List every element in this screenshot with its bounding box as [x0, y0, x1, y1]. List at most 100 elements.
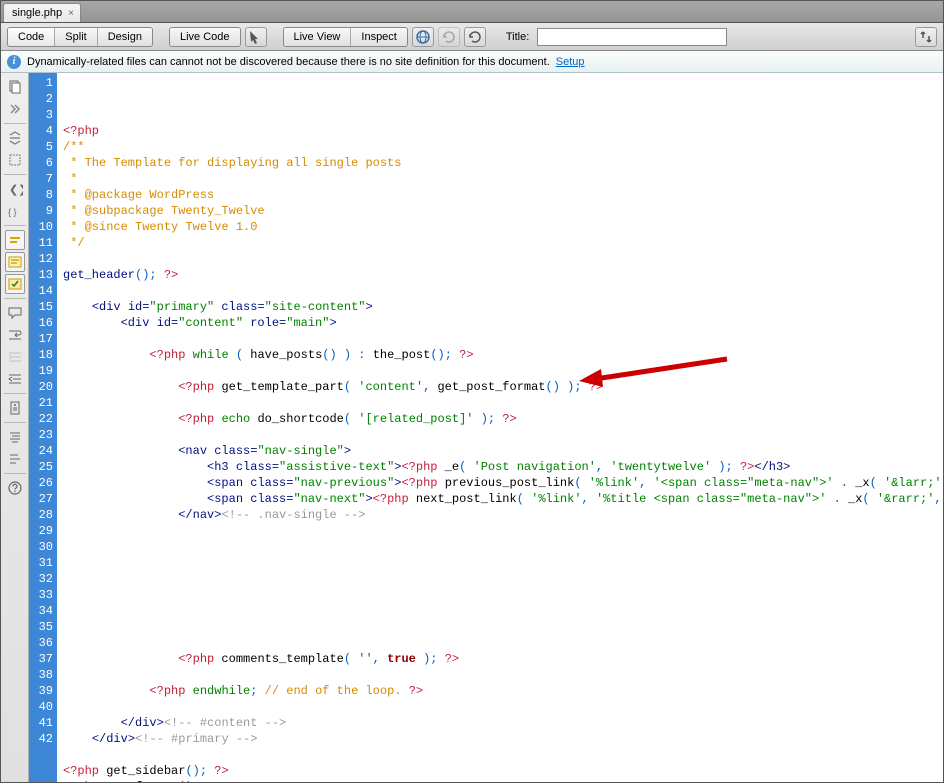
sync-icon[interactable] [915, 27, 937, 47]
code-line[interactable] [63, 571, 943, 587]
globe-icon[interactable] [412, 27, 434, 47]
code-line[interactable] [63, 539, 943, 555]
code-line[interactable]: <?php endwhile; // end of the loop. ?> [63, 683, 943, 699]
title-label: Title: [506, 31, 529, 43]
close-icon[interactable]: × [68, 8, 74, 19]
info-message: Dynamically-related files can cannot not… [27, 56, 550, 68]
view-mode-group: Code Split Design [7, 27, 153, 47]
code-line[interactable]: </nav><!-- .nav-single --> [63, 507, 943, 523]
code-line[interactable]: <span class="nav-previous"><?php previou… [63, 475, 943, 491]
validate-icon[interactable] [5, 274, 25, 294]
balance-braces-icon[interactable]: ❮❯ [5, 179, 25, 199]
title-input[interactable] [537, 28, 727, 46]
format-icon[interactable] [5, 427, 25, 447]
code-line[interactable]: </div><!-- #content --> [63, 715, 943, 731]
code-line[interactable] [63, 331, 943, 347]
line-number: 7 [29, 171, 53, 187]
code-line[interactable] [63, 619, 943, 635]
line-number: 34 [29, 603, 53, 619]
line-number: 35 [29, 619, 53, 635]
highlight-icon[interactable] [5, 230, 25, 250]
code-line[interactable]: <nav class="nav-single"> [63, 443, 943, 459]
comment-icon[interactable] [5, 303, 25, 323]
inspect-icon-button[interactable] [245, 27, 267, 47]
code-line[interactable]: <div id="primary" class="site-content"> [63, 299, 943, 315]
code-line[interactable] [63, 747, 943, 763]
line-number: 31 [29, 555, 53, 571]
refresh-button-1[interactable] [438, 27, 460, 47]
file-tab[interactable]: single.php × [3, 3, 81, 22]
code-line[interactable] [63, 667, 943, 683]
code-line[interactable]: */ [63, 235, 943, 251]
line-number: 14 [29, 283, 53, 299]
collapse-icon[interactable] [5, 99, 25, 119]
code-line[interactable] [63, 251, 943, 267]
code-line[interactable]: <?php comments_template( '', true ); ?> [63, 651, 943, 667]
code-line[interactable]: * @subpackage Twenty_Twelve [63, 203, 943, 219]
code-line[interactable]: <?php [63, 123, 943, 139]
code-line[interactable] [63, 363, 943, 379]
live-code-button[interactable]: Live Code [170, 28, 240, 46]
code-line[interactable]: <div id="content" role="main"> [63, 315, 943, 331]
line-number: 27 [29, 491, 53, 507]
line-number: 33 [29, 587, 53, 603]
svg-text:❮❯: ❮❯ [9, 184, 23, 196]
code-line[interactable] [63, 523, 943, 539]
design-view-button[interactable]: Design [98, 28, 152, 46]
code-line[interactable] [63, 635, 943, 651]
indent-icon[interactable] [5, 347, 25, 367]
code-line[interactable] [63, 699, 943, 715]
line-numbers-icon[interactable]: { } [5, 201, 25, 221]
code-line[interactable]: get_header(); ?> [63, 267, 943, 283]
svg-text:{ }: { } [8, 207, 17, 217]
inspect-button[interactable]: Inspect [351, 28, 406, 46]
line-number: 36 [29, 635, 53, 651]
code-line[interactable]: /** [63, 139, 943, 155]
outdent-icon[interactable] [5, 369, 25, 389]
refresh-button-2[interactable] [464, 27, 486, 47]
wrap-icon[interactable] [5, 325, 25, 345]
code-line[interactable]: <span class="nav-next"><?php next_post_l… [63, 491, 943, 507]
live-view-button[interactable]: Live View [284, 28, 352, 46]
code-line[interactable] [63, 283, 943, 299]
code-line[interactable]: <h3 class="assistive-text"><?php _e( 'Po… [63, 459, 943, 475]
line-number: 28 [29, 507, 53, 523]
code-line[interactable]: <?php get_template_part( 'content', get_… [63, 379, 943, 395]
line-number: 25 [29, 459, 53, 475]
code-pane[interactable]: <?php/** * The Template for displaying a… [57, 73, 943, 782]
code-line[interactable]: <?php get_footer(); ?> [63, 779, 943, 782]
help-icon[interactable] [5, 478, 25, 498]
preferences-icon[interactable] [5, 449, 25, 469]
expand-all-icon[interactable] [5, 128, 25, 148]
syntax-error-icon[interactable] [5, 252, 25, 272]
code-line[interactable] [63, 555, 943, 571]
line-number: 9 [29, 203, 53, 219]
line-number: 41 [29, 715, 53, 731]
code-view-button[interactable]: Code [8, 28, 55, 46]
line-number: 16 [29, 315, 53, 331]
select-parent-icon[interactable] [5, 150, 25, 170]
line-number: 1 [29, 75, 53, 91]
code-line[interactable] [63, 427, 943, 443]
split-view-button[interactable]: Split [55, 28, 97, 46]
line-number: 2 [29, 91, 53, 107]
code-line[interactable]: * @package WordPress [63, 187, 943, 203]
code-line[interactable]: * [63, 171, 943, 187]
line-number: 42 [29, 731, 53, 747]
line-number: 37 [29, 651, 53, 667]
code-line[interactable]: <?php echo do_shortcode( '[related_post]… [63, 411, 943, 427]
code-line[interactable]: * The Template for displaying all single… [63, 155, 943, 171]
code-line[interactable] [63, 395, 943, 411]
open-documents-icon[interactable] [5, 77, 25, 97]
code-line[interactable]: * @since Twenty Twelve 1.0 [63, 219, 943, 235]
line-number: 11 [29, 235, 53, 251]
line-number: 19 [29, 363, 53, 379]
code-line[interactable] [63, 587, 943, 603]
code-line[interactable]: <?php get_sidebar(); ?> [63, 763, 943, 779]
snippets-icon[interactable] [5, 398, 25, 418]
editor-area: ❮❯ { } 123456789101112131415161718192021… [1, 73, 943, 782]
code-line[interactable]: <?php while ( have_posts() ) : the_post(… [63, 347, 943, 363]
code-line[interactable]: </div><!-- #primary --> [63, 731, 943, 747]
code-line[interactable] [63, 603, 943, 619]
setup-link[interactable]: Setup [556, 56, 585, 68]
